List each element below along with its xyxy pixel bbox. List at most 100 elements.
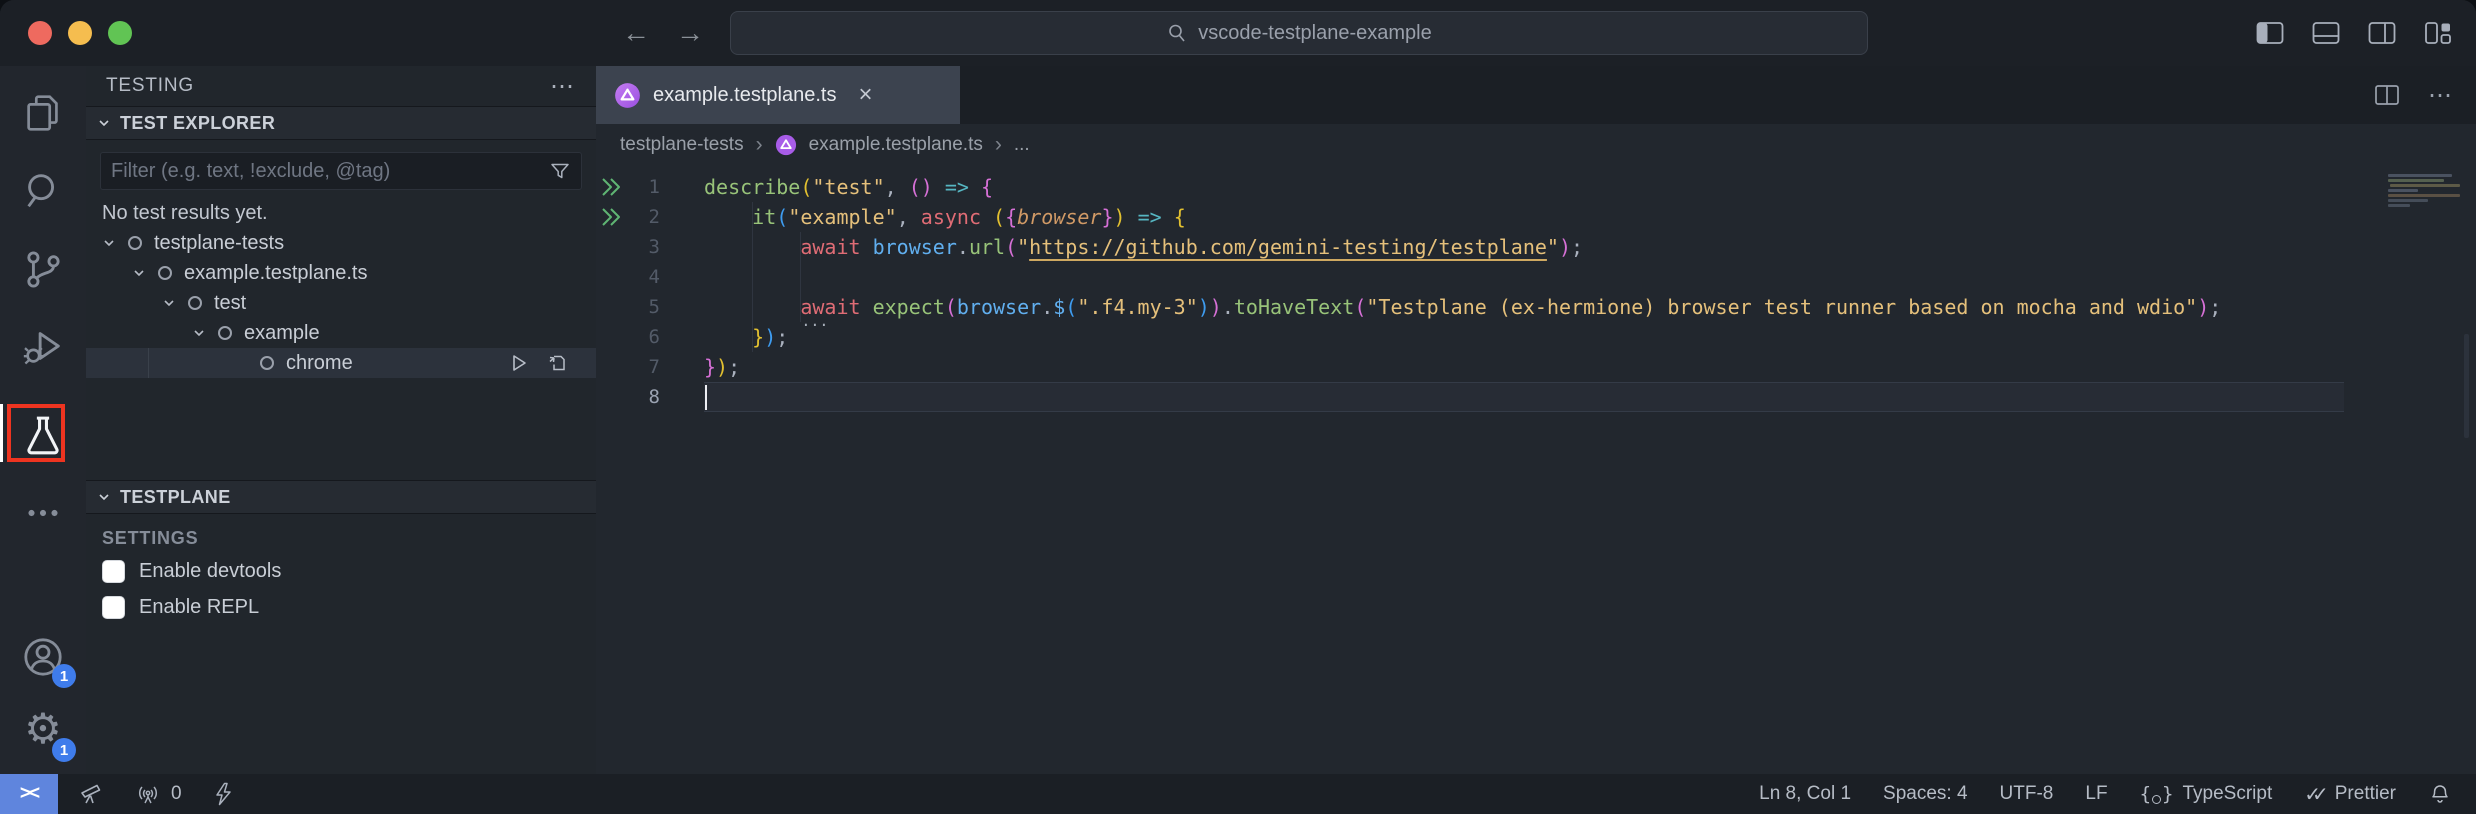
line-number: 7 — [649, 352, 660, 382]
encoding-status[interactable]: UTF-8 — [2000, 783, 2054, 805]
accounts-icon[interactable]: 1 — [0, 628, 86, 686]
chevron-down-icon — [131, 265, 147, 281]
tab-label: example.testplane.ts — [653, 84, 836, 107]
additional-views-icon[interactable] — [0, 484, 86, 542]
customize-layout-icon[interactable] — [2424, 21, 2452, 45]
toggle-secondary-sidebar-icon[interactable] — [2368, 21, 2396, 45]
run-and-debug-icon[interactable] — [0, 318, 86, 376]
tab-close-icon[interactable]: × — [858, 81, 872, 109]
chevron-down-icon — [101, 235, 117, 251]
minimap[interactable] — [2388, 174, 2460, 209]
enable-repl-checkbox[interactable] — [102, 596, 125, 619]
test-state-icon — [158, 266, 172, 280]
ports-status[interactable]: 0 — [134, 781, 182, 807]
search-sidebar-icon[interactable] — [0, 162, 86, 220]
activity-bar: 1 ⚙ 1 — [0, 66, 86, 774]
remote-indicator[interactable]: >< — [0, 774, 58, 814]
zoom-window-button[interactable] — [108, 21, 132, 45]
navigate-forward-button[interactable]: → — [676, 17, 704, 49]
overview-ruler[interactable] — [2464, 334, 2469, 438]
tree-item-example[interactable]: example — [86, 318, 596, 348]
breadcrumb-file[interactable]: example.testplane.ts — [809, 134, 983, 156]
cursor-position-status[interactable]: Ln 8, Col 1 — [1759, 783, 1851, 805]
broadcast-icon — [134, 781, 162, 807]
tree-item-testplane-tests[interactable]: testplane-tests — [86, 228, 596, 258]
breadcrumb: testplane-tests › example.testplane.ts ›… — [596, 124, 2476, 166]
settings-badge: 1 — [52, 738, 76, 762]
chevron-down-icon — [161, 295, 177, 311]
indentation-status[interactable]: Spaces: 4 — [1883, 783, 1968, 805]
annotation-highlight-box — [7, 404, 65, 462]
line-number: 2 — [649, 202, 660, 232]
tab-example-testplane-ts[interactable]: example.testplane.ts × — [596, 66, 960, 124]
line-number: 8 — [649, 382, 660, 412]
settings-group-label: SETTINGS — [102, 528, 596, 549]
lightning-icon[interactable] — [212, 781, 234, 807]
editor-more-actions-icon[interactable]: ⋯ — [2428, 81, 2454, 110]
notifications-bell-icon[interactable] — [2428, 782, 2452, 806]
editor-group: example.testplane.ts × ⋯ testplane-tests… — [596, 66, 2476, 774]
code-line[interactable]: 5 await expect(browser.$(".f4.my-3")).to… — [596, 292, 2476, 322]
language-status[interactable]: {} TypeScript — [2140, 783, 2273, 805]
command-center-search[interactable]: vscode-testplane-example — [730, 11, 1868, 55]
enable-devtools-setting: Enable devtools — [86, 553, 596, 589]
chevron-down-icon — [96, 115, 112, 131]
telescope-icon[interactable] — [78, 781, 104, 807]
code-line[interactable]: 2 it("example", async ({browser}) => { — [596, 202, 2476, 232]
filter-funnel-icon[interactable] — [549, 160, 571, 182]
eol-status[interactable]: LF — [2085, 783, 2107, 805]
formatter-status[interactable]: ✓✓ Prettier — [2304, 782, 2396, 807]
search-icon — [1166, 22, 1188, 44]
sidebar-title: TESTING — [106, 75, 194, 97]
test-state-icon — [218, 326, 232, 340]
accounts-badge: 1 — [52, 664, 76, 688]
settings-gear-icon[interactable]: ⚙ 1 — [0, 700, 86, 758]
sidebar-more-actions[interactable]: ⋯ — [550, 72, 576, 101]
chevron-down-icon — [191, 325, 207, 341]
status-bar: >< 0 Ln 8, Col 1 Spaces: 4 U — [0, 774, 2476, 814]
test-state-icon — [188, 296, 202, 310]
explorer-icon[interactable] — [0, 84, 86, 142]
breadcrumb-separator: › — [995, 133, 1002, 157]
toggle-panel-icon[interactable] — [2312, 21, 2340, 45]
test-filter-input[interactable] — [111, 160, 549, 183]
enable-devtools-checkbox[interactable] — [102, 560, 125, 583]
tree-item-chrome[interactable]: chrome — [86, 348, 596, 378]
test-explorer-section-header[interactable]: TEST EXPLORER — [86, 106, 596, 140]
editor-cursor — [705, 385, 707, 410]
go-to-test-button[interactable] — [546, 352, 568, 374]
test-filter-box — [100, 152, 582, 190]
close-window-button[interactable] — [28, 21, 52, 45]
breadcrumb-symbol[interactable]: ... — [1014, 134, 1030, 156]
code-line[interactable]: 6 }); — [596, 322, 2476, 352]
navigate-back-button[interactable]: ← — [622, 17, 650, 49]
toggle-primary-sidebar-icon[interactable] — [2256, 21, 2284, 45]
testplane-section-header[interactable]: TESTPLANE — [86, 480, 596, 514]
code-line[interactable]: 4 — [596, 262, 2476, 292]
code-line[interactable]: 8 — [596, 382, 2476, 412]
minimize-window-button[interactable] — [68, 21, 92, 45]
test-results-empty-message: No test results yet. — [86, 198, 596, 228]
tree-item-test[interactable]: test — [86, 288, 596, 318]
line-number: 1 — [649, 172, 660, 202]
line-number: 5 — [649, 292, 660, 322]
source-control-icon[interactable] — [0, 240, 86, 298]
enable-repl-setting: Enable REPL — [86, 589, 596, 625]
split-editor-icon[interactable] — [2374, 83, 2400, 107]
prettier-check-icon: ✓✓ — [2304, 782, 2320, 807]
line-number: 6 — [649, 322, 660, 352]
breadcrumb-folder[interactable]: testplane-tests — [620, 134, 744, 156]
code-line[interactable]: 3 await browser.url("https://github.com/… — [596, 232, 2476, 262]
tab-bar: example.testplane.ts × ⋯ — [596, 66, 2476, 124]
testing-sidebar: TESTING ⋯ TEST EXPLORER No test results … — [86, 66, 596, 774]
traffic-lights — [28, 21, 132, 45]
code-line[interactable]: 1describe("test", () => { — [596, 172, 2476, 202]
code-editor[interactable]: 1describe("test", () => {2 it("example",… — [596, 166, 2476, 774]
test-state-icon — [260, 356, 274, 370]
run-test-button[interactable] — [508, 352, 530, 374]
tree-item-example-testplane-ts[interactable]: example.testplane.ts — [86, 258, 596, 288]
titlebar: ← → vscode-testplane-example — [0, 0, 2476, 66]
code-lines: 1describe("test", () => {2 it("example",… — [596, 172, 2476, 412]
code-line[interactable]: 7}); — [596, 352, 2476, 382]
testplane-file-icon — [614, 82, 641, 109]
